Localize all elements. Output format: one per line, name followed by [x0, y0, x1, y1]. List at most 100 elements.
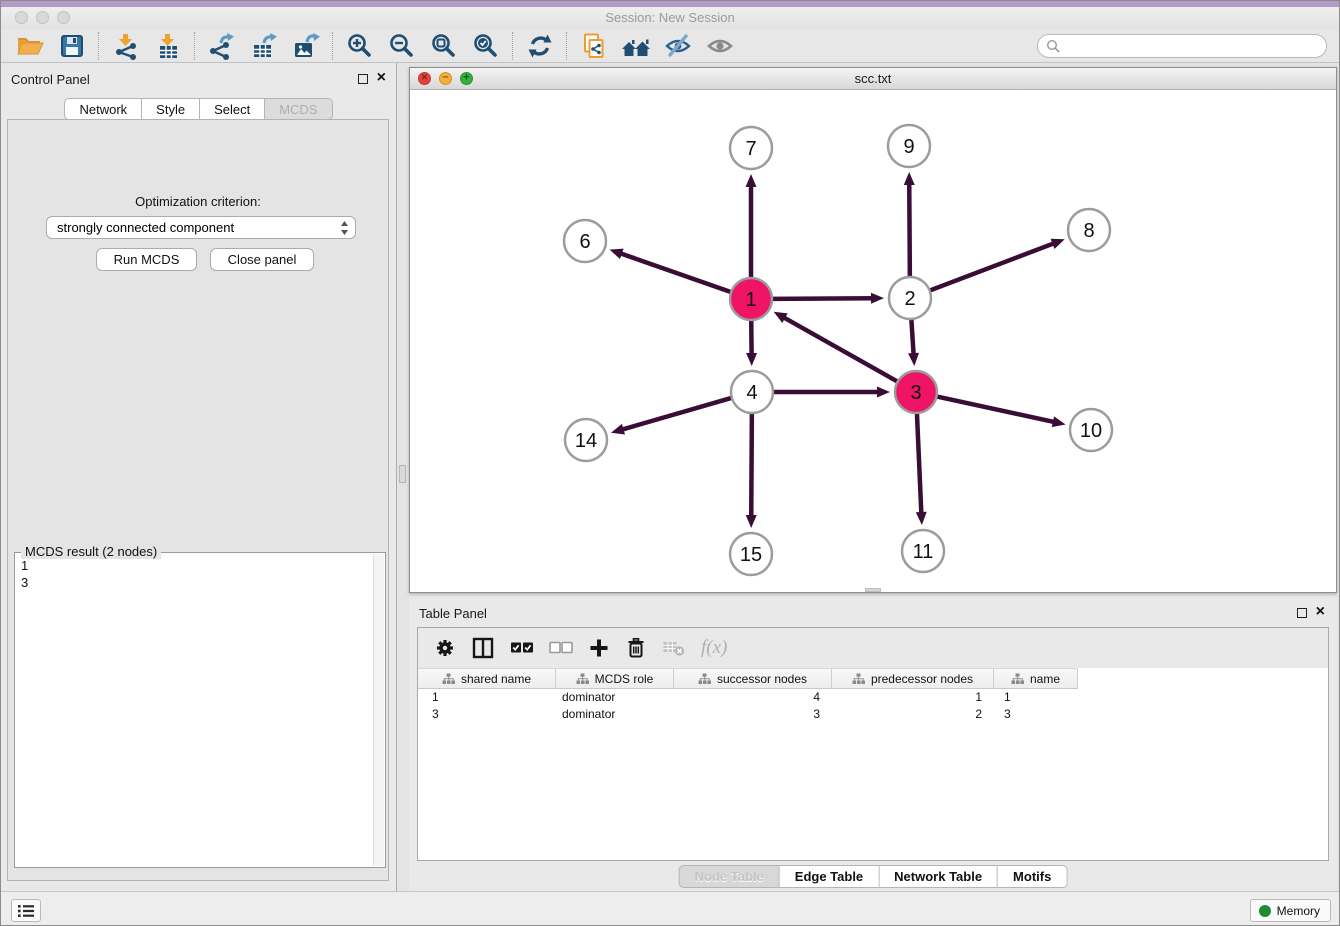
titlebar: Session: New Session — [1, 7, 1339, 29]
tab-network-table[interactable]: Network Table — [879, 865, 998, 888]
zoom-fit-button[interactable] — [423, 30, 465, 62]
zoom-in-button[interactable] — [339, 30, 381, 62]
network-graph[interactable]: 7968124314101511 — [410, 90, 1336, 592]
cell-mcds-role[interactable]: dominator — [556, 689, 674, 706]
cell-successor-nodes[interactable]: 3 — [674, 706, 832, 723]
mcds-result-group: MCDS result (2 nodes) 1 3 — [14, 552, 386, 868]
control-panel: Control Panel × NetworkStyleSelectMCDS O… — [1, 63, 397, 891]
cell-predecessor-nodes[interactable]: 2 — [832, 706, 994, 723]
copy-network-view-button[interactable] — [573, 30, 615, 62]
show-panel-button[interactable] — [699, 30, 741, 62]
column-header-mcds-role[interactable]: MCDS role — [556, 668, 674, 689]
table-settings-button[interactable] — [434, 637, 456, 659]
edge-2-9[interactable] — [909, 181, 910, 277]
mcds-result-text: 1 3 — [17, 557, 372, 865]
edge-arrow-1-6 — [610, 249, 624, 259]
edge-3-1[interactable] — [781, 316, 897, 382]
column-header-name[interactable]: name — [994, 668, 1078, 689]
export-network-button[interactable] — [201, 30, 243, 62]
cell-shared-name[interactable]: 1 — [418, 689, 556, 706]
tab-network[interactable]: Network — [64, 98, 142, 120]
tab-mcds[interactable]: MCDS — [265, 98, 332, 120]
save-session-button[interactable] — [51, 30, 93, 62]
import-table-button[interactable] — [147, 30, 189, 62]
toolbar-separator — [512, 32, 514, 60]
import-network-icon — [112, 32, 140, 60]
search-input[interactable] — [1060, 36, 1326, 56]
table-row[interactable]: 3dominator323 — [418, 706, 1328, 723]
edge-2-3[interactable] — [911, 319, 913, 357]
column-header-successor-nodes[interactable]: successor nodes — [674, 668, 832, 689]
criterion-select[interactable]: strongly connected component — [46, 216, 356, 239]
memory-status-icon — [1259, 905, 1271, 917]
home-button[interactable] — [615, 30, 657, 62]
float-panel-icon[interactable] — [358, 74, 368, 84]
tab-style[interactable]: Style — [142, 98, 200, 120]
column-header-shared-name[interactable]: shared name — [418, 668, 556, 689]
edge-1-2[interactable] — [772, 298, 875, 299]
export-table-button[interactable] — [243, 30, 285, 62]
task-history-button[interactable] — [11, 899, 41, 922]
export-table-icon — [250, 32, 278, 60]
add-row-button[interactable] — [588, 637, 610, 659]
select-all-button[interactable] — [510, 641, 534, 655]
main-toolbar — [1, 29, 1339, 63]
export-image-button[interactable] — [285, 30, 327, 62]
refresh-button[interactable] — [519, 30, 561, 62]
memory-button[interactable]: Memory — [1250, 899, 1331, 922]
edge-3-10[interactable] — [937, 396, 1057, 422]
edge-4-15[interactable] — [751, 413, 752, 519]
import-network-button[interactable] — [105, 30, 147, 62]
edge-4-14[interactable] — [620, 398, 732, 430]
edge-2-8[interactable] — [930, 242, 1057, 290]
import-table-icon — [154, 32, 182, 60]
run-mcds-button[interactable]: Run MCDS — [96, 248, 197, 271]
cell-shared-name[interactable]: 3 — [418, 706, 556, 723]
graph-node-label-11: 11 — [913, 541, 934, 563]
close-panel-icon[interactable]: × — [377, 69, 386, 87]
eye-icon — [706, 32, 734, 60]
gear-icon — [434, 637, 456, 659]
delete-row-button[interactable] — [625, 637, 647, 659]
search-box[interactable] — [1037, 34, 1327, 58]
cell-mcds-role[interactable]: dominator — [556, 706, 674, 723]
network-window-resize-grip[interactable] — [865, 588, 881, 592]
table-row[interactable]: 1dominator411 — [418, 689, 1328, 706]
table-tabs: Node TableEdge TableNetwork TableMotifs — [679, 865, 1068, 888]
zoom-in-icon — [346, 32, 374, 60]
splitter-grip[interactable] — [399, 465, 406, 483]
function-builder-button: f(x) — [701, 637, 727, 659]
zoom-selected-button[interactable] — [465, 30, 507, 62]
cell-predecessor-nodes[interactable]: 1 — [832, 689, 994, 706]
network-window-titlebar[interactable]: × − + scc.txt — [410, 68, 1336, 90]
deselect-all-icon — [549, 641, 573, 655]
zoom-out-button[interactable] — [381, 30, 423, 62]
network-canvas[interactable]: 7968124314101511 — [410, 90, 1336, 592]
column-header-predecessor-nodes[interactable]: predecessor nodes — [832, 668, 994, 689]
panel-splitter[interactable] — [397, 63, 409, 891]
table-columns-button[interactable] — [471, 636, 495, 660]
table-column-icon — [576, 673, 589, 685]
tab-node-table[interactable]: Node Table — [679, 865, 780, 888]
float-table-panel-icon[interactable] — [1297, 608, 1307, 618]
tab-motifs[interactable]: Motifs — [998, 865, 1067, 888]
tab-edge-table[interactable]: Edge Table — [780, 865, 879, 888]
edge-1-6[interactable] — [618, 253, 731, 293]
cell-successor-nodes[interactable]: 4 — [674, 689, 832, 706]
graph-node-label-3: 3 — [910, 382, 921, 404]
open-file-button[interactable] — [9, 30, 51, 62]
close-panel-button[interactable]: Close panel — [210, 248, 314, 271]
column-header-label: shared name — [461, 672, 531, 686]
tab-select[interactable]: Select — [200, 98, 265, 120]
refresh-icon — [526, 32, 554, 60]
deselect-all-button[interactable] — [549, 641, 573, 655]
cell-name[interactable]: 1 — [994, 689, 1078, 706]
edge-3-11[interactable] — [917, 413, 922, 516]
result-scrollbar[interactable] — [373, 554, 384, 866]
table-header: shared name MCDS rolesuccessor nodesprede… — [418, 668, 1328, 689]
hide-panel-button[interactable] — [657, 30, 699, 62]
status-bar: Memory — [1, 891, 1339, 926]
column-header-label: name — [1030, 672, 1060, 686]
cell-name[interactable]: 3 — [994, 706, 1078, 723]
close-table-panel-icon[interactable]: × — [1316, 603, 1325, 621]
